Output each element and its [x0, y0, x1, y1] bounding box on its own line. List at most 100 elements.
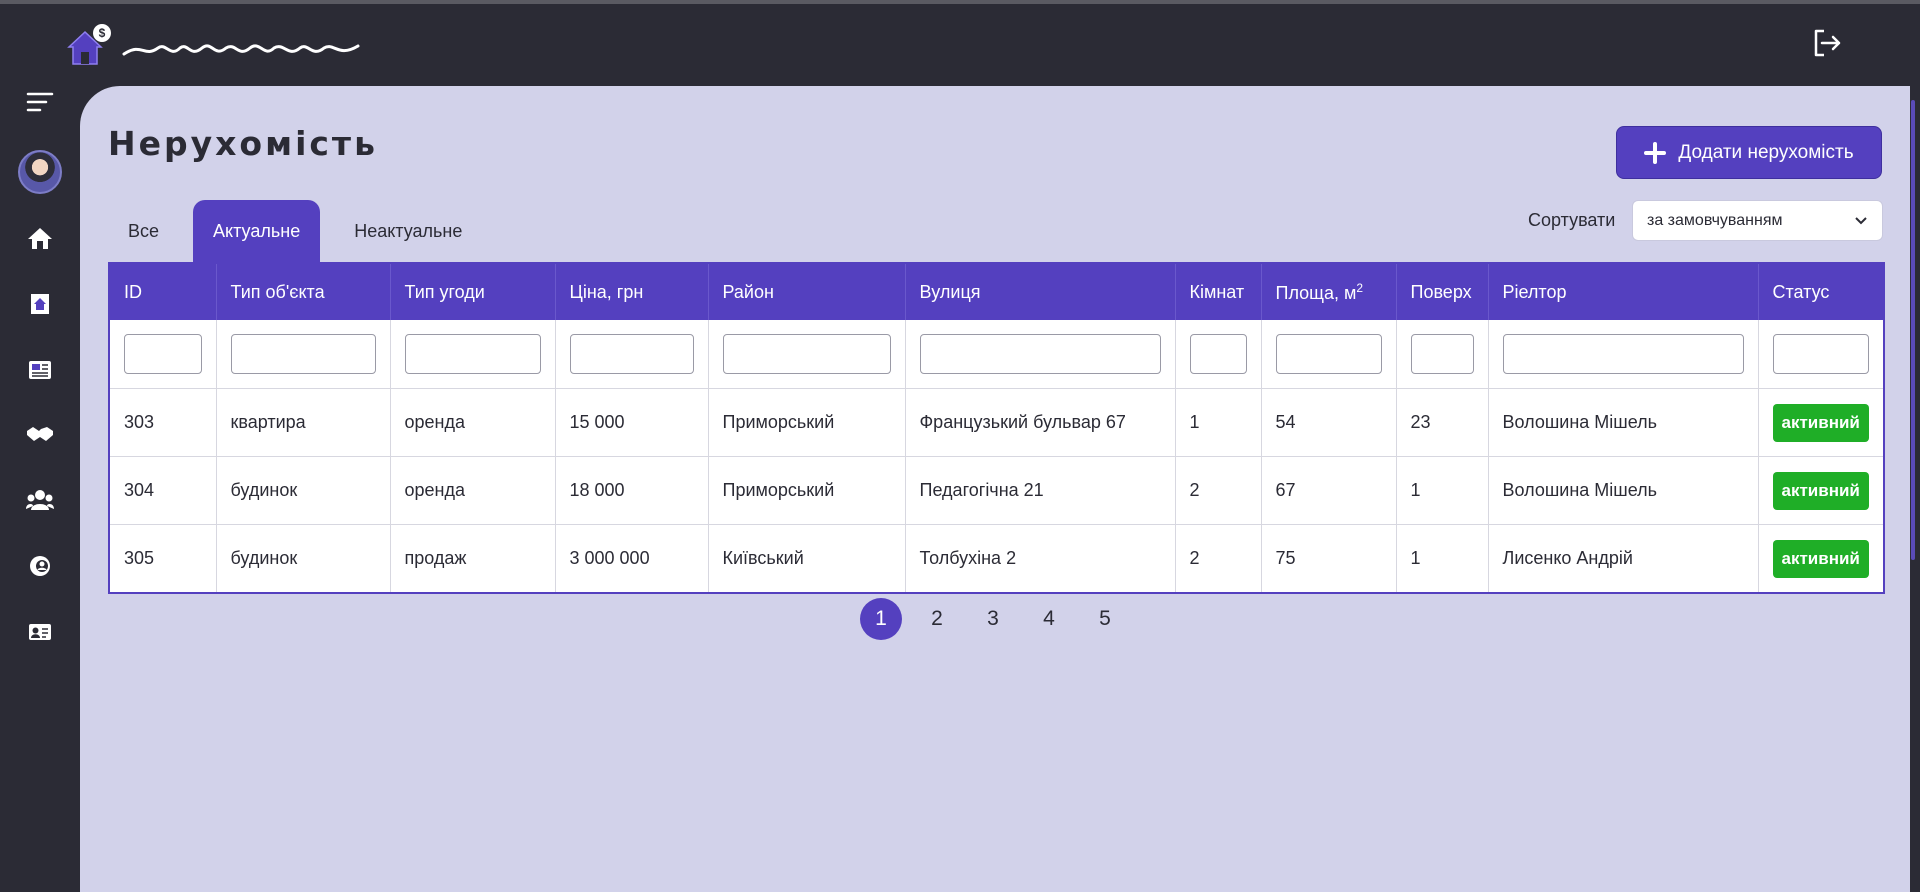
filter-cell — [905, 320, 1176, 389]
filter-floor-input[interactable] — [1410, 334, 1474, 374]
newspaper-icon[interactable] — [20, 350, 60, 390]
cell-deal-type: оренда — [390, 456, 556, 525]
filter-id-input[interactable] — [124, 334, 202, 374]
cell-area: 67 — [1261, 456, 1397, 525]
cell-deal-type: оренда — [390, 388, 556, 457]
filter-cell — [555, 320, 709, 389]
cell-id: 305 — [109, 524, 217, 594]
plus-icon — [1644, 141, 1667, 164]
logout-icon[interactable] — [1810, 26, 1844, 60]
sort-select[interactable]: за замовчуванням — [1632, 200, 1883, 241]
header-realtor[interactable]: Ріелтор — [1488, 263, 1759, 320]
header-rooms[interactable]: Кімнат — [1175, 263, 1262, 320]
status-badge[interactable]: активний — [1772, 403, 1869, 442]
status-badge[interactable]: активний — [1772, 471, 1869, 510]
filter-area-input[interactable] — [1275, 334, 1382, 374]
header-object-type[interactable]: Тип об'єкта — [216, 263, 391, 320]
cell-floor: 1 — [1396, 456, 1489, 525]
page-2-button[interactable]: 2 — [916, 598, 958, 640]
cell-realtor: Волошина Мішель — [1488, 456, 1759, 525]
filter-district-input[interactable] — [722, 334, 891, 374]
header-district[interactable]: Район — [708, 263, 906, 320]
cell-id: 304 — [109, 456, 217, 525]
users-icon[interactable] — [20, 480, 60, 520]
cell-street: Педагогічна 21 — [905, 456, 1176, 525]
cell-floor: 1 — [1396, 524, 1489, 594]
cell-object-type: будинок — [216, 524, 391, 594]
page-3-button[interactable]: 3 — [972, 598, 1014, 640]
property-icon[interactable] — [20, 284, 60, 324]
filter-status-input[interactable] — [1772, 334, 1869, 374]
table-row[interactable]: 303 квартира оренда 15 000 Приморський Ф… — [109, 388, 1885, 457]
cell-price: 15 000 — [555, 388, 709, 457]
filter-object-type-input[interactable] — [230, 334, 376, 374]
header-floor[interactable]: Поверх — [1396, 263, 1489, 320]
user-avatar[interactable] — [18, 150, 62, 194]
cell-area: 75 — [1261, 524, 1397, 594]
id-card-icon[interactable] — [20, 612, 60, 652]
filter-cell — [1175, 320, 1262, 389]
cell-object-type: квартира — [216, 388, 391, 457]
filter-cell — [1488, 320, 1759, 389]
pagination: 1 2 3 4 5 — [860, 598, 1126, 640]
home-icon[interactable] — [20, 218, 60, 258]
header-area-label: Площа, м — [1275, 282, 1357, 303]
sort-selected-value: за замовчуванням — [1647, 211, 1783, 229]
filter-street-input[interactable] — [919, 334, 1161, 374]
page-5-button[interactable]: 5 — [1084, 598, 1126, 640]
cell-street: Толбухіна 2 — [905, 524, 1176, 594]
table-row[interactable]: 305 будинок продаж 3 000 000 Київський Т… — [109, 524, 1885, 594]
cell-district: Приморський — [708, 456, 906, 525]
cell-deal-type: продаж — [390, 524, 556, 594]
filter-realtor-input[interactable] — [1502, 334, 1744, 374]
filter-cell — [708, 320, 906, 389]
header-status[interactable]: Статус — [1758, 263, 1885, 320]
header-deal-type[interactable]: Тип угоди — [390, 263, 556, 320]
tab-all[interactable]: Все — [108, 200, 179, 262]
cell-realtor: Лисенко Андрій — [1488, 524, 1759, 594]
cell-status: активний — [1758, 388, 1885, 457]
page-1-button[interactable]: 1 — [860, 598, 902, 640]
chevron-down-icon — [1855, 216, 1867, 224]
header-area[interactable]: Площа, м2 — [1261, 263, 1397, 320]
header-id[interactable]: ID — [109, 263, 217, 320]
table-row[interactable]: 304 будинок оренда 18 000 Приморський Пе… — [109, 456, 1885, 525]
cell-realtor: Волошина Мішель — [1488, 388, 1759, 457]
tab-inactual[interactable]: Неактуальне — [334, 200, 482, 262]
status-badge[interactable]: активний — [1772, 539, 1869, 578]
header-area-sup: 2 — [1356, 280, 1364, 295]
cell-object-type: будинок — [216, 456, 391, 525]
cell-district: Приморський — [708, 388, 906, 457]
filter-cell — [109, 320, 217, 389]
filter-tabs: Все Актуальне Неактуальне — [108, 200, 482, 262]
sort-label: Сортувати — [1528, 210, 1616, 230]
scrollbar-thumb[interactable] — [1911, 100, 1915, 560]
header-price[interactable]: Ціна, грн — [555, 263, 709, 320]
menu-toggle-icon[interactable] — [20, 82, 60, 122]
filter-cell — [1758, 320, 1885, 389]
dollar-badge-icon: $ — [93, 24, 111, 42]
cell-price: 18 000 — [555, 456, 709, 525]
handshake-icon[interactable] — [20, 414, 60, 454]
cell-rooms: 2 — [1175, 524, 1262, 594]
filter-price-input[interactable] — [569, 334, 694, 374]
cell-status: активний — [1758, 524, 1885, 594]
filter-deal-type-input[interactable] — [404, 334, 541, 374]
page-4-button[interactable]: 4 — [1028, 598, 1070, 640]
header-street[interactable]: Вулиця — [905, 263, 1176, 320]
tab-actual[interactable]: Актуальне — [193, 200, 321, 262]
filter-cell — [216, 320, 391, 389]
add-property-button[interactable]: Додати нерухомість — [1616, 126, 1882, 179]
cell-status: активний — [1758, 456, 1885, 525]
brand-wordmark-logo — [122, 44, 360, 56]
cell-id: 303 — [109, 388, 217, 457]
cell-area: 54 — [1261, 388, 1397, 457]
properties-table: ID Тип об'єкта Тип угоди Ціна, грн Район… — [108, 262, 1885, 594]
filter-cell — [1396, 320, 1489, 389]
page-title: Нерухомість — [108, 124, 378, 163]
cell-floor: 23 — [1396, 388, 1489, 457]
add-property-label: Додати нерухомість — [1678, 141, 1854, 163]
filter-rooms-input[interactable] — [1189, 334, 1247, 374]
settings-user-icon[interactable] — [20, 546, 60, 586]
cell-district: Київський — [708, 524, 906, 594]
